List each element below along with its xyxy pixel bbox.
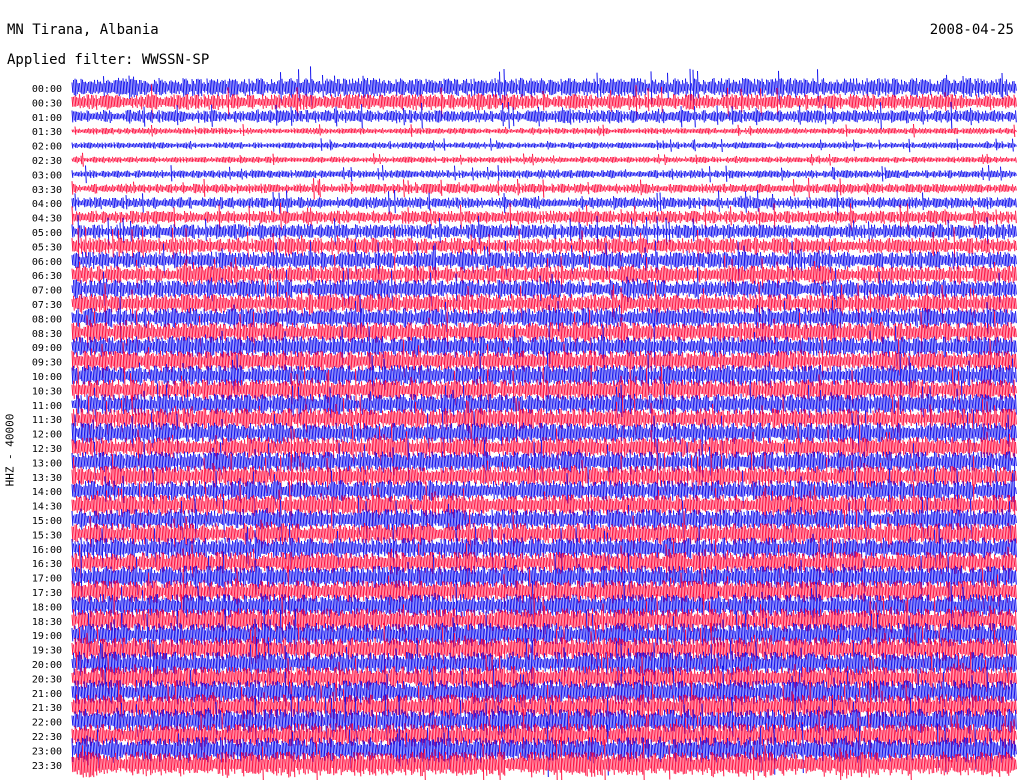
row-time-label: 23:30 bbox=[32, 761, 62, 772]
row-time-label: 10:30 bbox=[32, 386, 62, 397]
row-time-label: 10:00 bbox=[32, 372, 62, 383]
row-time-label: 02:30 bbox=[32, 156, 62, 167]
row-time-label: 06:00 bbox=[32, 257, 62, 268]
row-time-label: 11:00 bbox=[32, 401, 62, 412]
row-time-label: 17:00 bbox=[32, 574, 62, 585]
row-time-label: 05:30 bbox=[32, 242, 62, 253]
row-time-label: 02:00 bbox=[32, 142, 62, 153]
row-time-label: 00:30 bbox=[32, 98, 62, 109]
row-time-label: 21:30 bbox=[32, 703, 62, 714]
row-time-label: 20:30 bbox=[32, 674, 62, 685]
row-time-label: 12:00 bbox=[32, 430, 62, 441]
row-time-label: 07:00 bbox=[32, 286, 62, 297]
row-time-label: 04:30 bbox=[32, 214, 62, 225]
row-time-label: 05:00 bbox=[32, 228, 62, 239]
row-time-label: 12:30 bbox=[32, 444, 62, 455]
row-time-label: 11:30 bbox=[32, 415, 62, 426]
row-time-label: 16:00 bbox=[32, 545, 62, 556]
row-time-label: 22:00 bbox=[32, 718, 62, 729]
row-time-label: 08:30 bbox=[32, 329, 62, 340]
row-time-label: 08:00 bbox=[32, 314, 62, 325]
row-time-label: 13:30 bbox=[32, 473, 62, 484]
row-time-label: 00:00 bbox=[32, 84, 62, 95]
row-time-label: 16:30 bbox=[32, 559, 62, 570]
trace-row-0400 bbox=[71, 189, 1017, 216]
trace-row-0130 bbox=[71, 123, 1017, 138]
row-time-label: 09:30 bbox=[32, 358, 62, 369]
row-time-label: 09:00 bbox=[32, 343, 62, 354]
row-time-label: 07:30 bbox=[32, 300, 62, 311]
row-time-label: 22:30 bbox=[32, 732, 62, 743]
row-time-label: 01:30 bbox=[32, 127, 62, 138]
row-time-label: 18:00 bbox=[32, 602, 62, 613]
row-time-label: 03:30 bbox=[32, 185, 62, 196]
row-time-label: 04:00 bbox=[32, 199, 62, 210]
trace-row-0300 bbox=[71, 165, 1017, 184]
row-time-label: 14:30 bbox=[32, 502, 62, 513]
row-time-label: 06:30 bbox=[32, 271, 62, 282]
row-time-label: 15:00 bbox=[32, 516, 62, 527]
trace-row-0200 bbox=[71, 138, 1017, 153]
row-time-label: 13:00 bbox=[32, 458, 62, 469]
row-time-label: 18:30 bbox=[32, 617, 62, 628]
row-time-label: 17:30 bbox=[32, 588, 62, 599]
row-time-label: 23:00 bbox=[32, 746, 62, 757]
row-time-label: 15:30 bbox=[32, 530, 62, 541]
row-time-label: 21:00 bbox=[32, 689, 62, 700]
row-time-label: 01:00 bbox=[32, 113, 62, 124]
row-time-label: 19:30 bbox=[32, 646, 62, 657]
row-time-label: 03:00 bbox=[32, 170, 62, 181]
trace-row-0330 bbox=[71, 177, 1017, 200]
row-time-label: 14:00 bbox=[32, 487, 62, 498]
trace-row-0230 bbox=[71, 152, 1017, 167]
row-time-label: 19:00 bbox=[32, 631, 62, 642]
helicorder-plot: 00:00 00:30 01:00 01:30 02:00 02:30 03:00 03:30… bbox=[32, 66, 1017, 780]
row-time-label: 20:00 bbox=[32, 660, 62, 671]
